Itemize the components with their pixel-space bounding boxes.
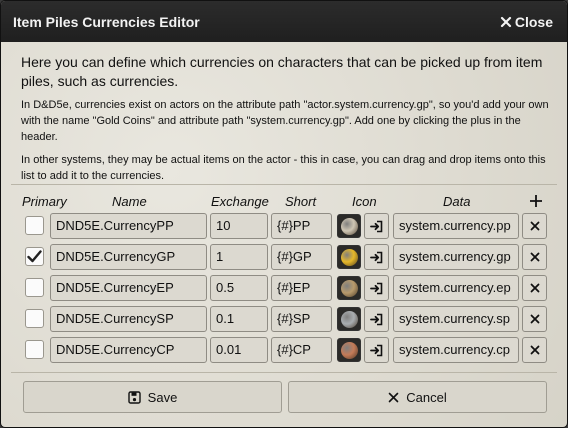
currency-item-button[interactable] [364, 275, 389, 301]
x-icon [530, 221, 539, 231]
plus-icon [530, 195, 542, 207]
currency-data-input[interactable]: system.currency.cp [393, 337, 519, 363]
delete-currency-button[interactable] [522, 244, 547, 270]
x-icon [530, 252, 539, 262]
intro-paragraph-2: In other systems, they may be actual ite… [21, 154, 546, 182]
x-icon [530, 314, 539, 324]
currency-name-input[interactable]: DND5E.CurrencySP [50, 306, 207, 332]
footer-divider [11, 372, 557, 373]
currency-item-button[interactable] [364, 337, 389, 363]
currency-item-button[interactable] [364, 213, 389, 239]
floppy-disk-icon [127, 390, 141, 404]
currency-coin-icon[interactable] [337, 307, 361, 331]
currency-data-input[interactable]: system.currency.sp [393, 306, 519, 332]
currency-name-input[interactable]: DND5E.CurrencyPP [50, 213, 207, 239]
currency-short-input[interactable]: {#}CP [271, 337, 332, 363]
currency-exchange-input[interactable]: 0.01 [210, 337, 268, 363]
currency-short-input[interactable]: {#}EP [271, 275, 332, 301]
currency-data-input[interactable]: system.currency.pp [393, 213, 519, 239]
currency-short-input[interactable]: {#}GP [271, 244, 332, 270]
currency-coin-icon[interactable] [337, 338, 361, 362]
currencies-editor-window: Item Piles Currencies Editor Close Here … [0, 0, 568, 428]
currency-name-input[interactable]: DND5E.CurrencyCP [50, 337, 207, 363]
primary-checkbox[interactable] [25, 340, 44, 359]
header-data: Data [443, 194, 471, 209]
primary-checkbox[interactable] [25, 216, 44, 235]
intro-lead: Here you can define which currencies on … [21, 54, 543, 89]
close-button[interactable]: Close [500, 14, 553, 30]
header-primary: Primary [22, 194, 67, 209]
sign-in-icon [370, 251, 383, 263]
currency-exchange-input[interactable]: 0.1 [210, 306, 268, 332]
currency-item-button[interactable] [364, 306, 389, 332]
sign-in-icon [370, 282, 383, 294]
currency-coin-icon[interactable] [337, 245, 361, 269]
add-currency-button[interactable] [528, 193, 544, 209]
check-icon [27, 250, 42, 263]
intro-text: Here you can define which currencies on … [21, 53, 551, 191]
currency-name-input[interactable]: DND5E.CurrencyGP [50, 244, 207, 270]
currency-data-input[interactable]: system.currency.gp [393, 244, 519, 270]
currency-short-input[interactable]: {#}PP [271, 213, 332, 239]
primary-checkbox[interactable] [25, 247, 44, 266]
save-button[interactable]: Save [23, 381, 282, 413]
delete-currency-button[interactable] [522, 275, 547, 301]
currency-exchange-input[interactable]: 1 [210, 244, 268, 270]
cancel-button[interactable]: Cancel [288, 381, 547, 413]
header-exchange: Exchange [211, 194, 269, 209]
delete-currency-button[interactable] [522, 306, 547, 332]
currency-exchange-input[interactable]: 0.5 [210, 275, 268, 301]
primary-checkbox[interactable] [25, 278, 44, 297]
primary-checkbox[interactable] [25, 309, 44, 328]
header-short: Short [285, 194, 317, 209]
currency-data-input[interactable]: system.currency.ep [393, 275, 519, 301]
x-icon [388, 392, 399, 402]
sign-in-icon [370, 344, 383, 356]
x-icon [530, 345, 539, 355]
currency-coin-icon[interactable] [337, 214, 361, 238]
intro-paragraph-1: In D&D5e, currencies exist on actors on … [21, 99, 549, 143]
divider [11, 184, 557, 185]
window-titlebar[interactable]: Item Piles Currencies Editor Close [1, 1, 567, 42]
currency-coin-icon[interactable] [337, 276, 361, 300]
cancel-label: Cancel [406, 389, 447, 405]
sign-in-icon [370, 220, 383, 232]
header-icon: Icon [352, 194, 377, 209]
delete-currency-button[interactable] [522, 337, 547, 363]
currency-exchange-input[interactable]: 10 [210, 213, 268, 239]
window-title: Item Piles Currencies Editor [13, 13, 200, 30]
close-label: Close [514, 13, 553, 30]
currency-item-button[interactable] [364, 244, 389, 270]
currency-short-input[interactable]: {#}SP [271, 306, 332, 332]
close-icon [500, 16, 511, 27]
header-name: Name [112, 194, 147, 209]
sign-in-icon [370, 313, 383, 325]
save-label: Save [147, 389, 178, 405]
currency-name-input[interactable]: DND5E.CurrencyEP [50, 275, 207, 301]
x-icon [530, 283, 539, 293]
delete-currency-button[interactable] [522, 213, 547, 239]
